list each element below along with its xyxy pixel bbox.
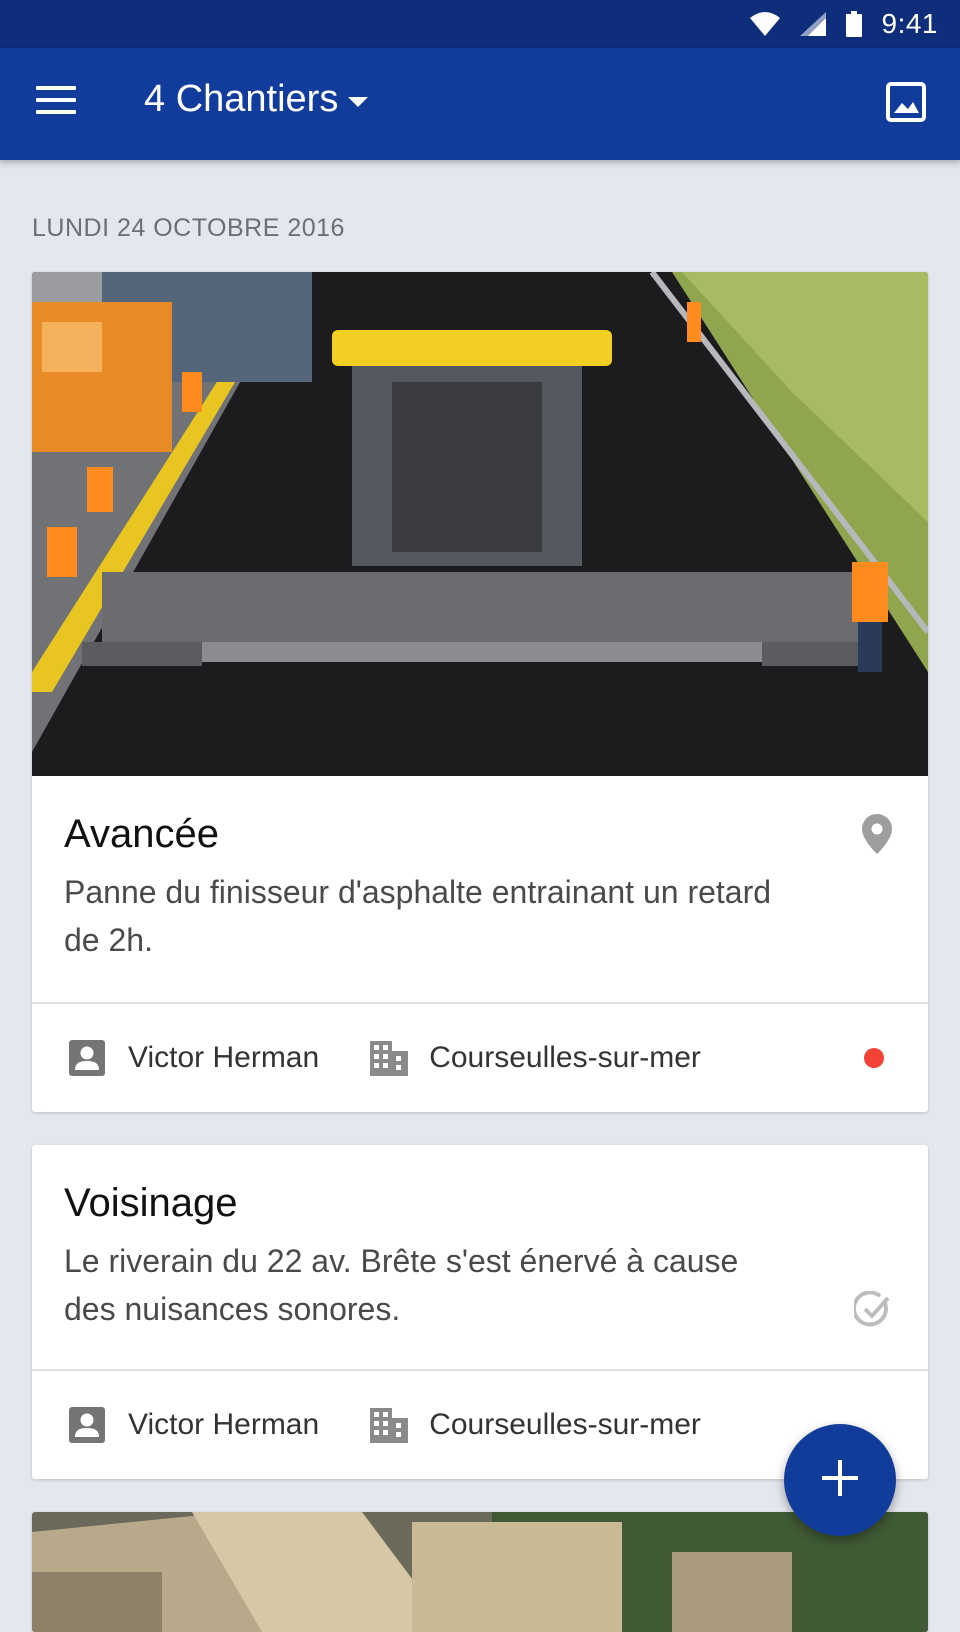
report-card[interactable]: Voisinage Le riverain du 22 av. Brête s'…: [32, 1145, 928, 1479]
report-card[interactable]: Avancée Panne du finisseur d'asphalte en…: [32, 272, 928, 1112]
site-name: Courseulles-sur-mer: [429, 1408, 701, 1441]
site-meta: Courseulles-sur-mer: [369, 1039, 701, 1077]
author-meta: Victor Herman: [68, 1406, 319, 1444]
plus-icon: [820, 1458, 860, 1503]
app-bar: 4 Chantiers: [0, 48, 960, 160]
location-pin-icon: [862, 814, 892, 859]
person-icon: [68, 1039, 106, 1077]
card-photo: [32, 1512, 928, 1632]
status-bar: 9:41: [0, 0, 960, 48]
person-icon: [68, 1406, 106, 1444]
building-icon: [369, 1039, 409, 1077]
report-card[interactable]: [32, 1512, 928, 1632]
author-name: Victor Herman: [128, 1408, 320, 1441]
card-photo: [32, 272, 928, 776]
battery-icon: [845, 11, 862, 37]
unread-indicator: [864, 1048, 884, 1068]
app-title: 4 Chantiers: [144, 78, 339, 120]
card-description: Panne du finisseur d'asphalte entrainant…: [64, 874, 772, 958]
dropdown-arrow-icon: [348, 96, 369, 107]
check-circle-icon: [851, 1290, 892, 1334]
wifi-icon: [749, 12, 780, 36]
date-header: LUNDI 24 OCTOBRE 2016: [32, 214, 345, 242]
card-title: Voisinage: [64, 1181, 238, 1225]
add-report-button[interactable]: [784, 1424, 896, 1536]
signal-icon: [799, 12, 826, 36]
card-footer: Victor Herman Courseulles-sur-mer: [32, 1004, 928, 1112]
image-icon[interactable]: [886, 82, 926, 122]
card-description: Le riverain du 22 av. Brête s'est énervé…: [64, 1243, 739, 1327]
site-meta: Courseulles-sur-mer: [369, 1406, 701, 1444]
author-meta: Victor Herman: [68, 1039, 319, 1077]
site-name: Courseulles-sur-mer: [429, 1041, 701, 1074]
card-title: Avancée: [64, 812, 219, 856]
menu-icon[interactable]: [36, 86, 76, 122]
building-icon: [369, 1406, 409, 1444]
project-selector[interactable]: 4 Chantiers: [144, 78, 369, 121]
status-time: 9:41: [881, 8, 938, 39]
author-name: Victor Herman: [128, 1041, 320, 1074]
